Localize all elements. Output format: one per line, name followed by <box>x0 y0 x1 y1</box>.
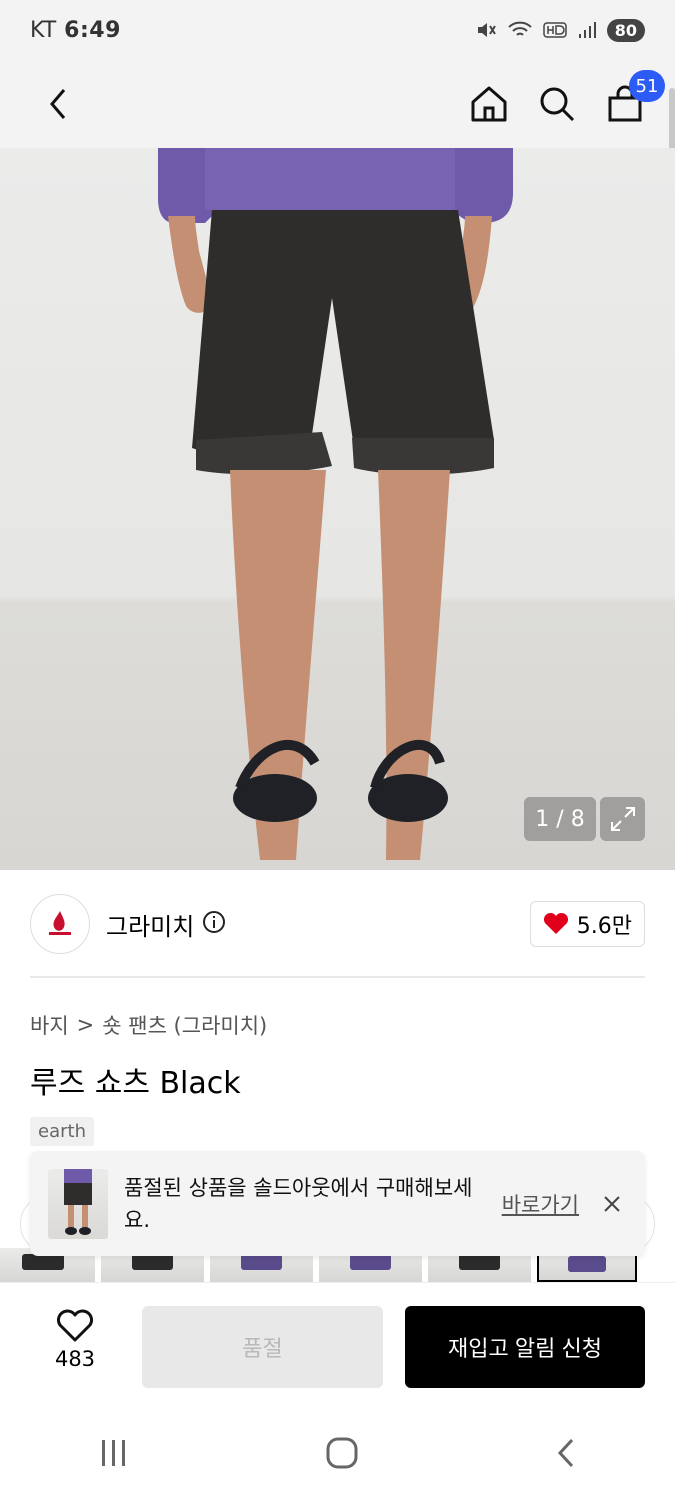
heart-outline-icon <box>57 1309 93 1342</box>
bottom-action-bar: 483 품절 재입고 알림 신청 <box>0 1282 675 1410</box>
system-nav-bar <box>0 1410 675 1500</box>
product-title: 루즈 쇼츠 Black <box>30 1066 241 1101</box>
status-bar: KT 6:49 80 <box>0 0 675 60</box>
product-image[interactable] <box>0 148 675 870</box>
back-nav-button[interactable] <box>554 1436 578 1474</box>
image-counter: 1 / 8 <box>524 797 596 841</box>
restock-alert-button[interactable]: 재입고 알림 신청 <box>405 1306 645 1388</box>
soldout-button: 품절 <box>142 1306 383 1388</box>
search-icon <box>540 87 575 122</box>
back-nav-icon <box>557 1438 573 1468</box>
product-tag: earth <box>30 1117 94 1146</box>
section-divider <box>30 976 645 978</box>
toast-go-link[interactable]: 바로가기 <box>502 1189 579 1219</box>
cart-count-badge: 51 <box>629 70 665 102</box>
status-right: 80 <box>475 18 645 42</box>
app-header: 51 <box>0 60 675 148</box>
brand-like-button[interactable]: 5.6만 <box>529 901 645 947</box>
brand-logo-mark <box>49 911 71 935</box>
header-actions: 51 <box>467 70 665 126</box>
brand-name[interactable]: 그라미치 <box>106 907 194 942</box>
home-button[interactable] <box>467 82 511 126</box>
recent-apps-button[interactable] <box>98 1437 130 1473</box>
expand-image-button[interactable] <box>600 797 645 841</box>
toast-message: 품절된 상품을 솔드아웃에서 구매해보세요. <box>124 1175 473 1232</box>
home-icon <box>471 86 507 122</box>
status-left: KT 6:49 <box>30 18 121 43</box>
soldout-toast: 품절된 상품을 솔드아웃에서 구매해보세요. 바로가기 <box>30 1151 645 1256</box>
toast-product-thumbnail <box>48 1168 108 1239</box>
hd-icon <box>542 22 567 38</box>
breadcrumb-subcategory[interactable]: 숏 팬츠 (그라미치) <box>102 1010 267 1040</box>
toast-close-button[interactable] <box>597 1189 627 1219</box>
carrier-label: KT <box>30 17 57 43</box>
breadcrumb-separator: > <box>76 1013 95 1037</box>
heart-filled-icon <box>543 912 568 934</box>
brand-logo[interactable] <box>30 894 90 954</box>
mute-icon <box>477 23 496 37</box>
breadcrumb: 바지 > 숏 팬츠 (그라미치) <box>30 1010 267 1040</box>
wifi-icon <box>508 21 532 36</box>
search-button[interactable] <box>535 82 579 126</box>
wishlist-count: 483 <box>54 1347 96 1371</box>
clock: 6:49 <box>64 17 121 43</box>
close-icon <box>604 1195 620 1212</box>
home-nav-button[interactable] <box>325 1436 359 1474</box>
product-photo <box>158 148 513 860</box>
signal-icon <box>578 22 596 38</box>
wishlist-button[interactable]: 483 <box>40 1309 110 1371</box>
recent-apps-icon <box>101 1440 125 1466</box>
back-button[interactable] <box>36 82 80 126</box>
home-circle-icon <box>326 1437 357 1469</box>
battery-indicator: 80 <box>606 18 645 42</box>
cart-button[interactable]: 51 <box>603 70 665 126</box>
brand-like-count: 5.6만 <box>576 914 632 939</box>
expand-icon <box>610 807 635 831</box>
brand-row[interactable]: 그라미치 5.6만 <box>30 893 645 955</box>
info-icon[interactable] <box>202 910 226 938</box>
breadcrumb-category[interactable]: 바지 <box>30 1010 69 1040</box>
chevron-left-icon <box>50 89 66 119</box>
